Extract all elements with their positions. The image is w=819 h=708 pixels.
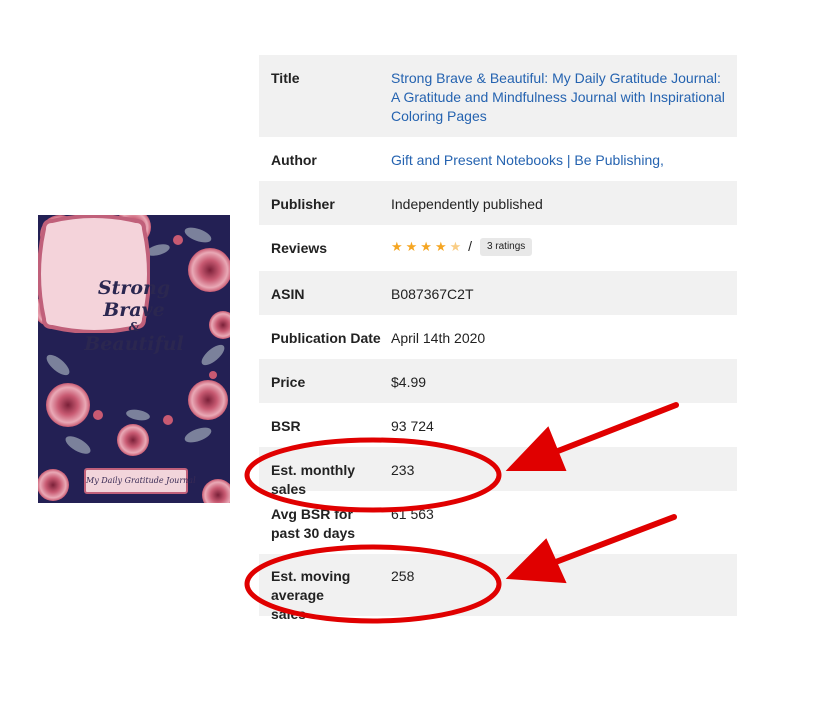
details-row-bsr: BSR 93 724 (259, 403, 737, 447)
details-row-reviews: Reviews ★★★★★ / 3 ratings (259, 225, 737, 271)
details-value: 258 (391, 568, 415, 584)
details-row-publisher: Publisher Independently published (259, 181, 737, 225)
details-row-publication-date: Publication Date April 14th 2020 (259, 315, 737, 359)
ratings-count-badge[interactable]: 3 ratings (479, 238, 533, 257)
details-value: Independently published (391, 196, 543, 212)
cover-title-line1: Strong (97, 277, 171, 299)
details-label: BSR (271, 418, 301, 434)
details-row-author: Author Gift and Present Notebooks | Be P… (259, 137, 737, 181)
book-details-table: Title Strong Brave & Beautiful: My Daily… (259, 55, 737, 622)
details-value: B087367C2T (391, 286, 474, 302)
details-label: ASIN (271, 286, 305, 302)
details-value: 61 563 (391, 506, 434, 522)
title-link[interactable]: Strong Brave & Beautiful: My Daily Grati… (391, 55, 725, 137)
cover-title-line2: Brave (103, 299, 165, 321)
details-label: Est. monthly sales (271, 462, 356, 497)
details-value: 233 (391, 462, 415, 478)
details-label: Price (271, 374, 306, 390)
details-row-asin: ASIN B087367C2T (259, 271, 737, 315)
cover-title-amp: & (128, 320, 140, 334)
cover-subtitle: My Daily Gratitude Journal (84, 468, 196, 494)
rating-separator: / (468, 238, 473, 254)
details-label: Est. moving average sales (271, 568, 351, 622)
details-row-est-monthly-sales: Est. monthly sales 233 (259, 447, 737, 497)
details-row-avg-bsr: Avg BSR for past 30 days 61 563 (259, 491, 737, 554)
details-value: $4.99 (391, 374, 427, 390)
details-label: Reviews (271, 240, 328, 256)
star-rating-icon: ★★★★★ (391, 239, 465, 254)
details-value: April 14th 2020 (391, 330, 486, 346)
details-row-title: Title Strong Brave & Beautiful: My Daily… (259, 55, 737, 137)
book-cover-image: Strong Brave & Beautiful My Daily Gratit… (38, 215, 230, 503)
details-label: Publication Date (271, 330, 381, 346)
reviews-value: ★★★★★ / 3 ratings (391, 225, 725, 271)
cover-title: Strong Brave & Beautiful (78, 277, 190, 355)
cover-title-line3: Beautiful (84, 333, 184, 355)
details-label: Title (271, 70, 300, 86)
details-row-price: Price $4.99 (259, 359, 737, 403)
details-label: Avg BSR for past 30 days (271, 506, 356, 541)
details-row-est-moving-average-sales: Est. moving average sales 258 (259, 554, 737, 622)
author-link[interactable]: Gift and Present Notebooks | Be Publishi… (391, 137, 725, 181)
details-label: Publisher (271, 196, 335, 212)
details-label: Author (271, 152, 317, 168)
details-value: 93 724 (391, 418, 434, 434)
